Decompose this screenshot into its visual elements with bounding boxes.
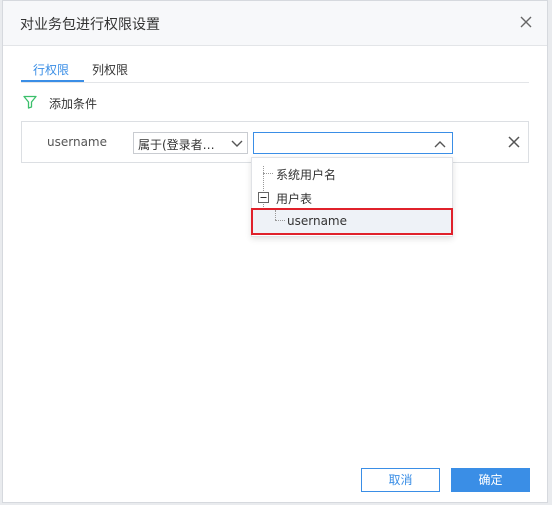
tree-connector	[275, 220, 285, 221]
collapse-icon[interactable]	[258, 192, 269, 206]
dialog-title: 对业务包进行权限设置	[20, 17, 160, 33]
close-icon[interactable]	[517, 13, 535, 31]
tab-row-permission[interactable]: 行权限	[33, 61, 69, 78]
tree-connector	[275, 210, 276, 220]
filter-icon	[23, 95, 37, 112]
tab-column-permission[interactable]: 列权限	[92, 61, 128, 78]
tree-item-username[interactable]: username	[287, 214, 347, 228]
ok-button[interactable]: 确定	[451, 468, 530, 492]
dialog-header: 对业务包进行权限设置	[3, 1, 547, 46]
tree-item-user-table[interactable]: 用户表	[276, 190, 312, 207]
value-select[interactable]	[253, 132, 453, 154]
chevron-down-icon	[231, 138, 243, 152]
add-condition-label: 添加条件	[49, 97, 98, 111]
active-tab-indicator	[21, 80, 84, 82]
cancel-button[interactable]: 取消	[361, 468, 440, 492]
chevron-up-icon	[434, 138, 446, 152]
tree-item-username-highlight[interactable]: username	[251, 208, 453, 235]
operator-value: 属于(登录者…	[138, 138, 215, 152]
tab-bar: 行权限 列权限	[21, 57, 529, 83]
remove-icon[interactable]	[508, 136, 520, 151]
tree-item-system-username[interactable]: 系统用户名	[276, 166, 336, 183]
condition-field-name: username	[47, 135, 107, 149]
tree-connector	[263, 173, 273, 174]
permission-dialog: 对业务包进行权限设置 行权限 列权限 添加条件 username 属于(登录者…	[2, 0, 548, 503]
operator-select[interactable]: 属于(登录者…	[133, 132, 248, 154]
